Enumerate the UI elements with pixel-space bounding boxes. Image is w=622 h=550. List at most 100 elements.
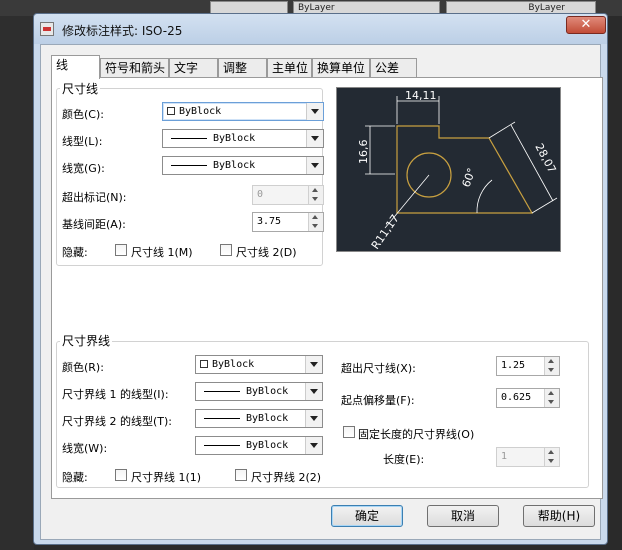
help-button[interactable]: 帮助(H) xyxy=(523,505,595,527)
dimline-color-value: ByBlock xyxy=(179,106,222,117)
preview-drawing: 14,11 16,6 28,07 60° R11,17 xyxy=(357,89,559,252)
toolbar-layer-label: ByLayer xyxy=(298,3,335,13)
spinner-arrows-icon[interactable] xyxy=(308,186,323,204)
spinner-arrows-icon[interactable] xyxy=(308,213,323,231)
extline2-linetype-value: ByBlock xyxy=(246,413,289,424)
baseline-spacing-label: 基线间距(A): xyxy=(62,218,126,231)
app-icon xyxy=(40,22,54,36)
preview-radius: R11,17 xyxy=(369,212,402,251)
length-label: 长度(E): xyxy=(383,453,425,466)
extline1-linetype-label: 尺寸界线 1 的线型(I): xyxy=(62,388,169,401)
linetype-sample-icon xyxy=(204,418,240,419)
spinner-arrows-icon[interactable] xyxy=(544,389,559,407)
tab-symbols-arrows-label: 符号和箭头 xyxy=(105,61,166,75)
extline1-linetype-combo[interactable]: ByBlock xyxy=(195,382,323,401)
spinner-arrows-icon[interactable] xyxy=(544,448,559,466)
fixed-length-checkbox[interactable] xyxy=(343,426,355,438)
extline-color-label: 颜色(R): xyxy=(62,361,104,374)
dimension-lines-group-label: 尺寸线 xyxy=(60,80,101,97)
ok-button[interactable]: 确定 xyxy=(331,505,403,527)
length-spinner[interactable]: 1 xyxy=(496,447,560,467)
background-right-panel xyxy=(606,16,622,550)
tab-fit-label: 调整 xyxy=(223,61,248,75)
tab-tolerances-label: 公差 xyxy=(375,61,400,75)
dimline-color-combo[interactable]: ByBlock xyxy=(162,102,324,121)
preview-extline xyxy=(531,197,558,214)
dimline-linetype-value: ByBlock xyxy=(213,133,256,144)
baseline-spacing-value: 3.75 xyxy=(257,216,282,227)
tab-alternate-units-label: 换算单位 xyxy=(317,61,366,75)
dimline-linetype-combo[interactable]: ByBlock xyxy=(162,129,324,148)
color-swatch-icon xyxy=(167,107,175,115)
extend-beyond-label: 超出尺寸线(X): xyxy=(341,362,416,375)
offset-origin-spinner[interactable]: 0.625 xyxy=(496,388,560,408)
spinner-arrows-icon[interactable] xyxy=(544,357,559,375)
chevron-down-icon[interactable] xyxy=(306,157,323,174)
linetype-sample-icon xyxy=(204,391,240,392)
tab-fit[interactable]: 调整 xyxy=(218,58,267,78)
preview-extline xyxy=(488,121,516,139)
preview-angle-arc xyxy=(476,179,493,214)
tab-lines[interactable]: 线 xyxy=(51,55,100,79)
extline-lineweight-label: 线宽(W): xyxy=(62,442,108,455)
suppress-extline-2-label: 尺寸界线 2(2) xyxy=(251,471,322,484)
suppress-extline-2-checkbox[interactable] xyxy=(235,469,247,481)
dimline-linetype-label: 线型(L): xyxy=(62,135,103,148)
dimension-style-preview: 14,11 16,6 28,07 60° R11,17 xyxy=(336,87,561,252)
tab-alternate-units[interactable]: 换算单位 xyxy=(312,58,370,78)
dimline-lineweight-label: 线宽(G): xyxy=(62,162,105,175)
dimline-lineweight-value: ByBlock xyxy=(213,160,256,171)
extension-lines-group-label: 尺寸界线 xyxy=(60,332,113,349)
baseline-spacing-spinner[interactable]: 3.75 xyxy=(252,212,324,232)
extline-lineweight-combo[interactable]: ByBlock xyxy=(195,436,323,455)
chevron-down-icon[interactable] xyxy=(306,103,323,120)
preview-dim-left: 16,6 xyxy=(357,140,370,165)
extline1-linetype-value: ByBlock xyxy=(246,386,289,397)
dimline-suppress-label: 隐藏: xyxy=(62,246,88,259)
suppress-dimline-1-checkbox[interactable] xyxy=(115,244,127,256)
chevron-down-icon[interactable] xyxy=(305,383,322,400)
chevron-down-icon[interactable] xyxy=(305,410,322,427)
offset-origin-label: 起点偏移量(F): xyxy=(341,394,415,407)
linetype-sample-icon xyxy=(171,138,207,139)
tab-primary-units[interactable]: 主单位 xyxy=(267,58,312,78)
extline-color-combo[interactable]: ByBlock xyxy=(195,355,323,374)
dialog-titlebar[interactable]: 修改标注样式: ISO-25 ✕ xyxy=(34,14,607,44)
extend-beyond-value: 1.25 xyxy=(501,360,526,371)
extend-ticks-value: 0 xyxy=(257,189,264,200)
suppress-dimline-2-checkbox[interactable] xyxy=(220,244,232,256)
suppress-extline-1-label: 尺寸界线 1(1) xyxy=(131,471,202,484)
tab-symbols-arrows[interactable]: 符号和箭头 xyxy=(100,58,169,78)
cancel-button[interactable]: 取消 xyxy=(427,505,499,527)
tab-tolerances[interactable]: 公差 xyxy=(370,58,417,78)
close-icon: ✕ xyxy=(580,17,592,32)
preview-dim-top: 14,11 xyxy=(405,89,437,102)
preview-angle: 60° xyxy=(460,166,479,189)
dimline-color-label: 颜色(C): xyxy=(62,108,104,121)
tab-text[interactable]: 文字 xyxy=(169,58,218,78)
dialog-title: 修改标注样式: ISO-25 xyxy=(62,24,183,38)
extline-suppress-label: 隐藏: xyxy=(62,471,88,484)
color-swatch-icon xyxy=(200,360,208,368)
chevron-down-icon[interactable] xyxy=(305,356,322,373)
offset-origin-value: 0.625 xyxy=(501,392,532,403)
lineweight-sample-icon xyxy=(204,445,240,446)
extline2-linetype-label: 尺寸界线 2 的线型(T): xyxy=(62,415,172,428)
dimline-lineweight-combo[interactable]: ByBlock xyxy=(162,156,324,175)
extline-lineweight-value: ByBlock xyxy=(246,440,289,451)
fixed-length-label: 固定长度的尺寸界线(O) xyxy=(358,428,475,441)
extend-ticks-spinner[interactable]: 0 xyxy=(252,185,324,205)
toolbar-layer-label-2: ByLayer xyxy=(528,3,565,13)
close-button[interactable]: ✕ xyxy=(566,16,606,34)
length-value: 1 xyxy=(501,451,508,462)
extline-color-value: ByBlock xyxy=(212,359,255,370)
chevron-down-icon[interactable] xyxy=(305,437,322,454)
extline2-linetype-combo[interactable]: ByBlock xyxy=(195,409,323,428)
tab-lines-label: 线 xyxy=(56,58,69,72)
extend-beyond-spinner[interactable]: 1.25 xyxy=(496,356,560,376)
suppress-dimline-1-label: 尺寸线 1(M) xyxy=(131,246,193,259)
tab-primary-units-label: 主单位 xyxy=(272,61,309,75)
chevron-down-icon[interactable] xyxy=(306,130,323,147)
suppress-extline-1-checkbox[interactable] xyxy=(115,469,127,481)
tab-text-label: 文字 xyxy=(174,61,199,75)
